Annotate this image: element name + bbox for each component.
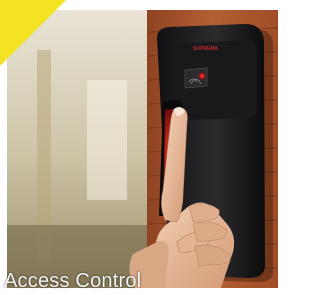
image-card[interactable]: SUPREMA Access Control bbox=[0, 0, 285, 295]
device-brand-label: SUPREMA bbox=[193, 46, 218, 52]
status-light bbox=[198, 72, 206, 80]
background-window bbox=[87, 80, 127, 200]
caption-label: Access Control bbox=[4, 270, 142, 292]
corner-accent bbox=[0, 0, 66, 66]
